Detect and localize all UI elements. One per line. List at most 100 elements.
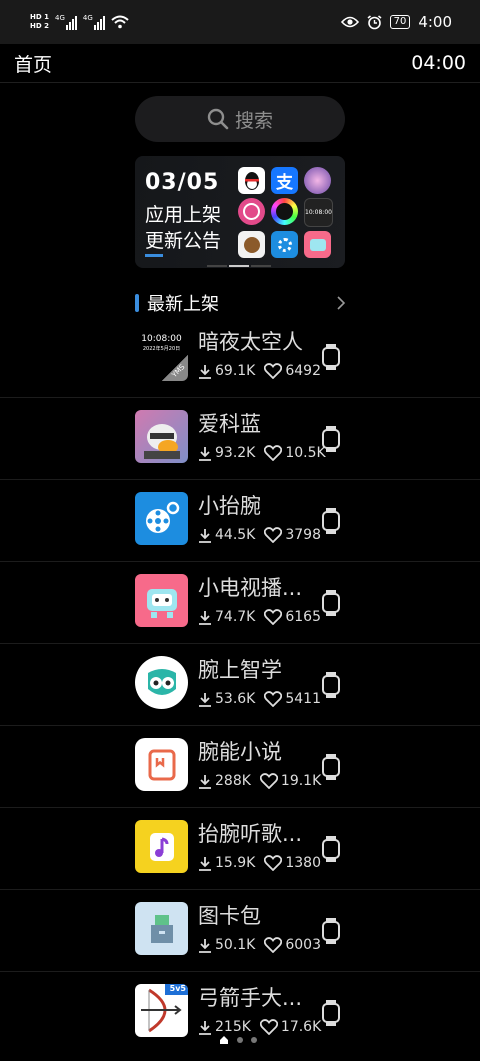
download-count: 74.7K xyxy=(215,609,256,625)
app-row[interactable]: 小电视播... 74.7K 6165 xyxy=(0,562,480,644)
smartwatch-icon[interactable] xyxy=(321,425,341,453)
download-icon xyxy=(199,446,211,461)
status-bar: HD 1 HD 2 4G 4G 70 4:00 xyxy=(0,0,480,44)
app-icon-wanneng-xiaoshuo xyxy=(135,738,188,791)
download-count: 50.1K xyxy=(215,937,256,953)
app-name: 暗夜太空人 xyxy=(198,330,303,354)
banner-app-icons: 支 10:08:00 xyxy=(238,167,333,258)
search-icon xyxy=(207,108,229,130)
app-row[interactable]: 10:08:00 2022年5月20日 YMS 暗夜太空人 69.1K 6492 xyxy=(0,316,480,398)
smartwatch-icon[interactable] xyxy=(321,999,341,1027)
app-icon-card-wallet xyxy=(135,902,188,955)
smartwatch-icon[interactable] xyxy=(321,589,341,617)
search-placeholder: 搜索 xyxy=(234,109,273,132)
smartwatch-icon[interactable] xyxy=(321,671,341,699)
page-dot[interactable] xyxy=(237,1037,243,1043)
search-bar[interactable]: 搜索 xyxy=(135,96,345,142)
download-icon xyxy=(199,938,211,953)
app-name: 腕能小说 xyxy=(198,740,282,764)
section-header[interactable]: 最新上架 xyxy=(135,292,345,315)
smartwatch-icon[interactable] xyxy=(321,507,341,535)
app-name: 腕上智学 xyxy=(198,658,282,682)
bear-game-icon xyxy=(238,231,265,258)
tv-robot-icon xyxy=(304,231,331,258)
page-indicator[interactable] xyxy=(219,1035,257,1045)
download-count: 93.2K xyxy=(215,445,256,461)
smartwatch-icon[interactable] xyxy=(321,917,341,945)
app-name: 弓箭手大... xyxy=(198,986,303,1010)
like-count: 5411 xyxy=(285,691,321,707)
smartwatch-icon[interactable] xyxy=(321,835,341,863)
app-name: 小抬腕 xyxy=(198,494,261,518)
home-icon[interactable] xyxy=(219,1035,229,1045)
heart-icon xyxy=(264,937,283,953)
watchface-icon: 10:08:00 xyxy=(304,198,333,227)
app-icon-music-player xyxy=(135,820,188,873)
download-count: 215K xyxy=(215,1019,251,1035)
icon-date-text: 2022年5月20日 xyxy=(142,346,181,352)
signal-icon: 4G xyxy=(55,14,77,30)
film-reel-icon xyxy=(271,231,298,258)
app-row[interactable]: 抬腕听歌... 15.9K 1380 xyxy=(0,808,480,890)
app-icon-aikelan xyxy=(135,410,188,463)
watchface-mini-time: 10:08:00 xyxy=(305,209,332,216)
smartwatch-icon[interactable] xyxy=(321,343,341,371)
status-time: 4:00 xyxy=(418,13,452,31)
network-label-2: 4G xyxy=(82,14,93,22)
like-count: 10.5K xyxy=(285,445,326,461)
watch-time: 04:00 xyxy=(411,52,466,74)
pink-ring-icon xyxy=(238,198,265,225)
download-icon xyxy=(199,610,211,625)
pager-dot-active xyxy=(229,265,249,267)
announcement-banner[interactable]: 03/05 应用上架 更新公告 支 10:08:00 xyxy=(135,156,345,268)
app-name: 图卡包 xyxy=(198,904,261,928)
signal-icon-2: 4G xyxy=(83,14,105,30)
pager-dot xyxy=(251,265,271,267)
hd1-label: HD 1 xyxy=(30,13,49,21)
app-icon-archer: 5v5 xyxy=(135,984,188,1037)
app-icon-wanshang-zhixue xyxy=(135,656,188,709)
banner-pager xyxy=(207,265,271,267)
page-dot[interactable] xyxy=(251,1037,257,1043)
section-title: 最新上架 xyxy=(147,294,219,315)
download-count: 44.5K xyxy=(215,527,256,543)
app-row[interactable]: 爱科蓝 93.2K 10.5K xyxy=(0,398,480,480)
battery-icon: 70 xyxy=(389,15,411,29)
app-row[interactable]: 小抬腕 44.5K 3798 xyxy=(0,480,480,562)
like-count: 19.1K xyxy=(280,773,322,789)
heart-icon xyxy=(264,609,283,625)
banner-accent-bar xyxy=(145,254,163,257)
heart-icon xyxy=(264,691,283,707)
download-count: 288K xyxy=(215,773,251,789)
alarm-icon xyxy=(367,14,382,29)
like-count: 17.6K xyxy=(280,1019,322,1035)
download-count: 53.6K xyxy=(215,691,256,707)
smartwatch-icon[interactable] xyxy=(321,753,341,781)
like-count: 6003 xyxy=(285,937,321,953)
network-label: 4G xyxy=(54,14,65,22)
page-title: 首页 xyxy=(14,53,53,76)
download-icon xyxy=(199,856,211,871)
download-icon xyxy=(199,692,211,707)
hd2-label: HD 2 xyxy=(30,22,49,30)
app-row[interactable]: 图卡包 50.1K 6003 xyxy=(0,890,480,972)
hd-indicator: HD 1 HD 2 xyxy=(30,13,49,31)
top-bar: 首页 04:00 xyxy=(0,44,480,83)
wifi-icon xyxy=(111,15,129,29)
app-icon-xiaotaiwan xyxy=(135,492,188,545)
download-icon xyxy=(199,774,211,789)
like-count: 1380 xyxy=(285,855,321,871)
app-name: 爱科蓝 xyxy=(198,412,261,436)
chevron-right-icon[interactable] xyxy=(337,296,345,310)
app-name: 抬腕听歌... xyxy=(198,822,303,846)
download-count: 15.9K xyxy=(215,855,256,871)
app-row[interactable]: 腕能小说 288K 19.1K xyxy=(0,726,480,808)
qq-penguin-icon xyxy=(238,167,265,194)
app-row[interactable]: 腕上智学 53.6K 5411 xyxy=(0,644,480,726)
banner-line2: 更新公告 xyxy=(145,230,222,252)
archer-tag-text: 5v5 xyxy=(169,984,186,993)
download-count: 69.1K xyxy=(215,363,256,379)
download-icon xyxy=(199,528,211,543)
like-count: 6492 xyxy=(285,363,321,379)
app-list: 10:08:00 2022年5月20日 YMS 暗夜太空人 69.1K 6492… xyxy=(0,316,480,1053)
